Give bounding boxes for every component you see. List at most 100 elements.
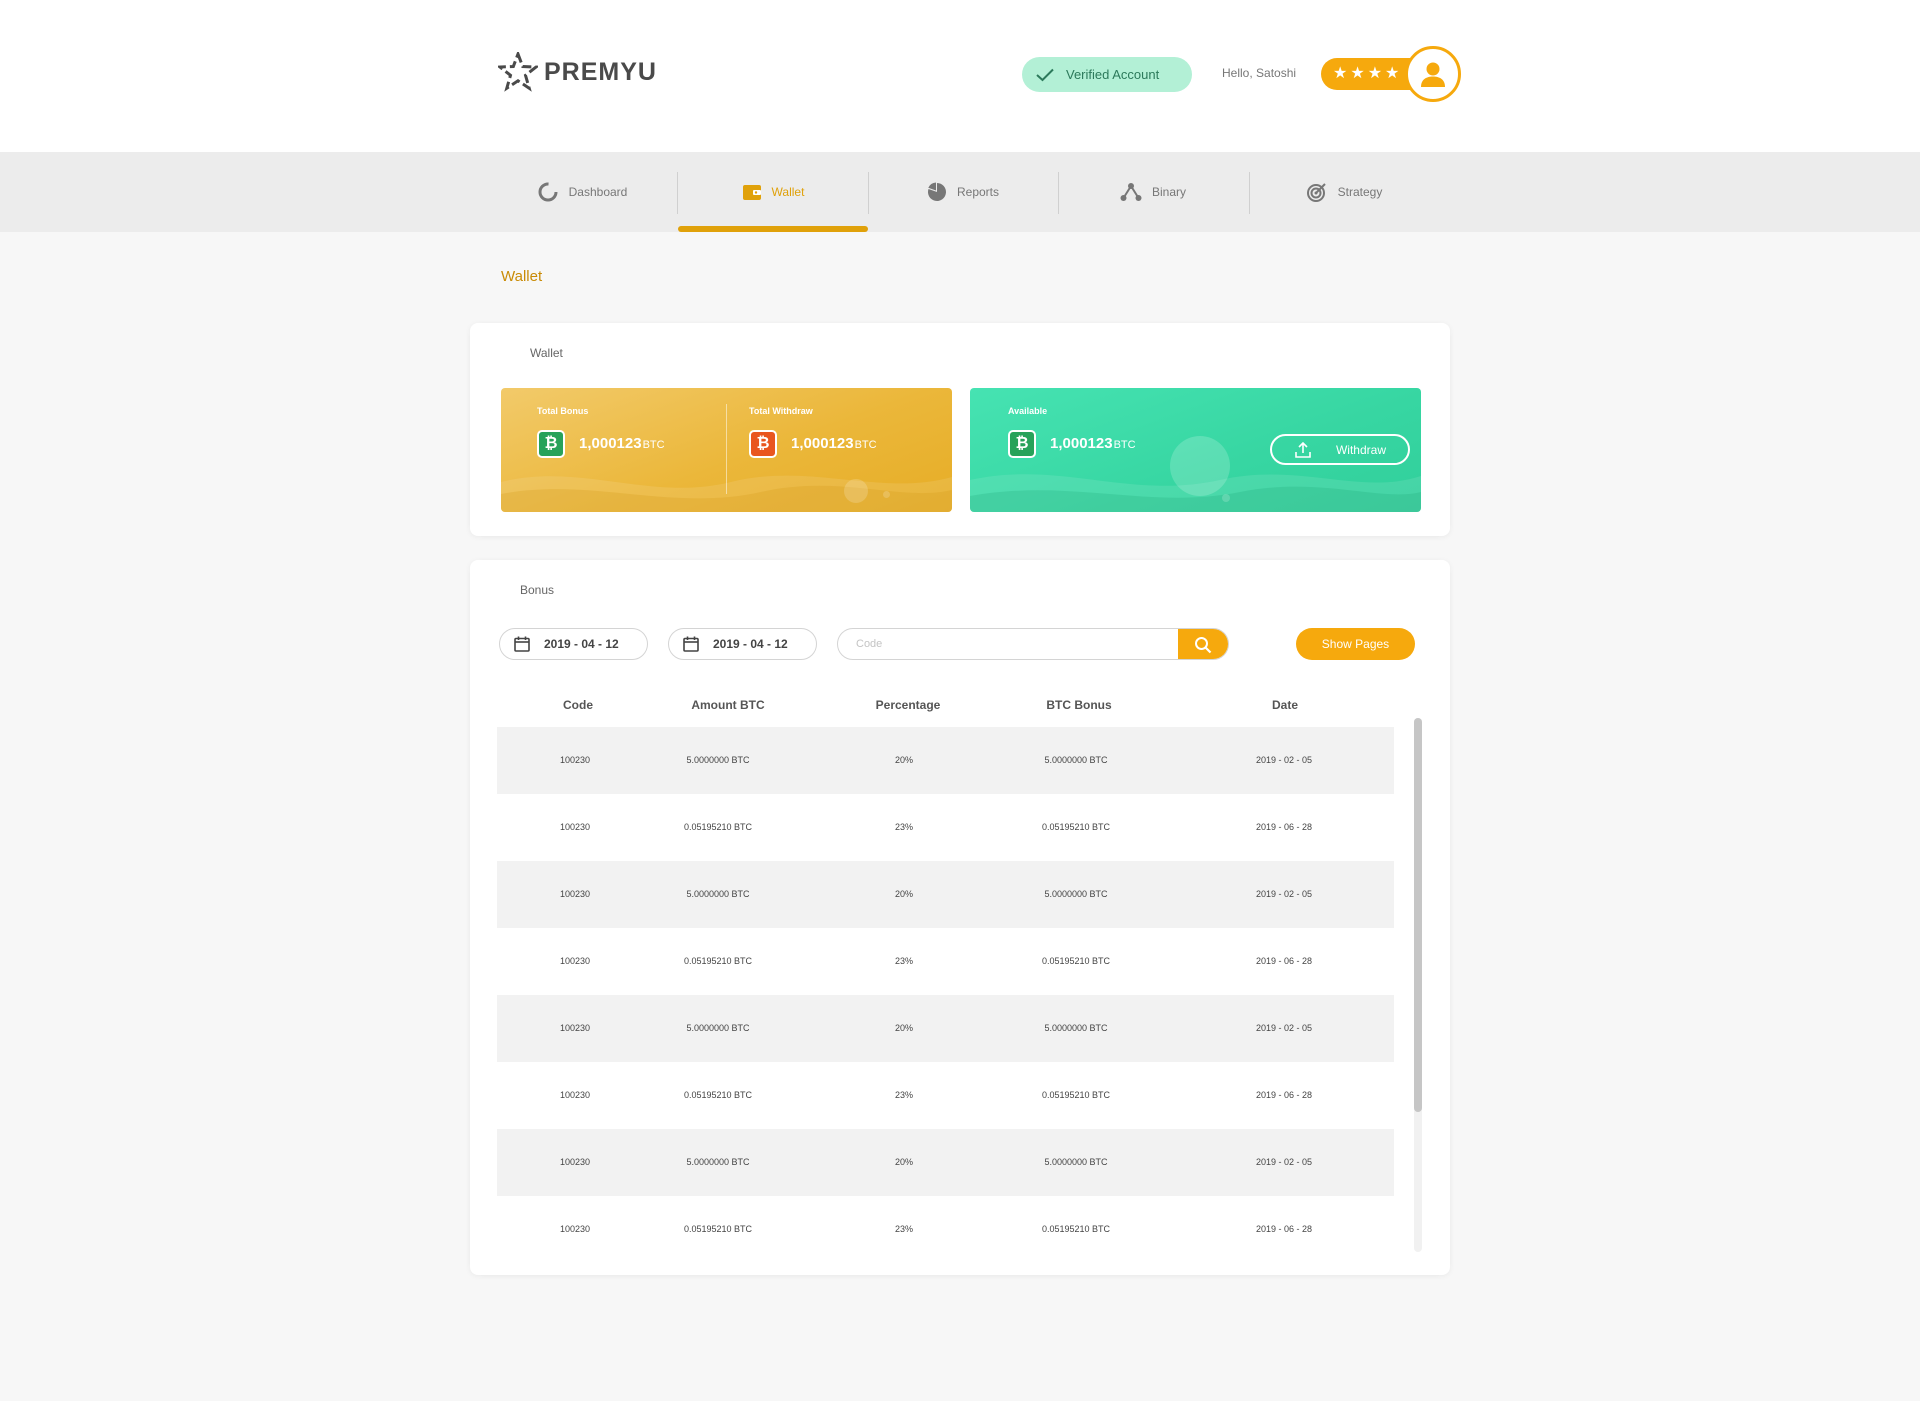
table-row[interactable]: 100230 0.05195210 BTC 23% 0.05195210 BTC… bbox=[497, 794, 1394, 861]
date-to-value: 2019 - 04 - 12 bbox=[713, 637, 788, 651]
total-bonus-value: 1,000123 bbox=[579, 435, 642, 452]
cell-code: 100230 bbox=[559, 1023, 591, 1033]
cell-percentage: 23% bbox=[894, 1224, 914, 1234]
cell-code: 100230 bbox=[559, 755, 591, 765]
table-row[interactable]: 100230 0.05195210 BTC 23% 0.05195210 BTC… bbox=[497, 1062, 1394, 1129]
cell-code: 100230 bbox=[559, 889, 591, 899]
nav-item-wallet[interactable]: Wallet bbox=[678, 152, 868, 232]
upload-icon bbox=[1295, 441, 1311, 458]
bitcoin-icon: ₿ bbox=[537, 430, 565, 458]
star-icon: ★ bbox=[1367, 65, 1383, 82]
pie-chart-icon bbox=[927, 182, 946, 201]
show-pages-button[interactable]: Show Pages bbox=[1296, 628, 1415, 660]
search-button[interactable] bbox=[1178, 629, 1228, 659]
cell-amount: 0.05195210 BTC bbox=[683, 822, 753, 832]
withdraw-label: Withdraw bbox=[1335, 442, 1386, 457]
calendar-icon bbox=[514, 636, 530, 652]
wallet-card-title: Wallet bbox=[530, 346, 563, 360]
table-row[interactable]: 100230 5.0000000 BTC 20% 5.0000000 BTC 2… bbox=[497, 995, 1394, 1062]
total-withdraw-value: 1,000123 bbox=[791, 435, 854, 452]
cell-date: 2019 - 02 - 05 bbox=[1255, 1157, 1313, 1167]
panel-divider bbox=[726, 404, 727, 494]
nav-item-dashboard[interactable]: Dashboard bbox=[487, 152, 677, 232]
calendar-icon bbox=[683, 636, 699, 652]
code-search bbox=[837, 628, 1229, 660]
scrollbar-thumb[interactable] bbox=[1414, 718, 1422, 1112]
table-row[interactable]: 100230 0.05195210 BTC 23% 0.05195210 BTC… bbox=[497, 928, 1394, 995]
cell-code: 100230 bbox=[559, 1090, 591, 1100]
wallet-icon bbox=[742, 185, 761, 200]
user-icon bbox=[1421, 62, 1445, 87]
code-search-input[interactable] bbox=[838, 629, 1178, 659]
verified-label: Verified Account bbox=[1066, 67, 1160, 82]
cell-date: 2019 - 02 - 05 bbox=[1255, 889, 1313, 899]
cell-date: 2019 - 06 - 28 bbox=[1255, 956, 1313, 966]
table-row[interactable]: 100230 5.0000000 BTC 20% 5.0000000 BTC 2… bbox=[497, 1129, 1394, 1196]
star-icon: ★ bbox=[1350, 65, 1365, 82]
available-unit: BTC bbox=[1113, 439, 1136, 451]
table-scrollbar[interactable] bbox=[1414, 718, 1422, 1252]
table-row[interactable]: 100230 0.05195210 BTC 23% 0.05195210 BTC… bbox=[497, 1196, 1394, 1263]
cell-code: 100230 bbox=[559, 956, 591, 966]
verified-account-badge: Verified Account bbox=[1022, 57, 1192, 92]
column-header-percentage: Percentage bbox=[875, 698, 941, 712]
top-header: PREMYU Verified Account Hello, Satoshi ★… bbox=[0, 0, 1920, 152]
cell-date: 2019 - 06 - 28 bbox=[1255, 822, 1313, 832]
cell-btc-bonus: 5.0000000 BTC bbox=[1044, 755, 1108, 765]
cell-percentage: 20% bbox=[894, 889, 914, 899]
cell-code: 100230 bbox=[559, 1224, 591, 1234]
bonus-table-body: 100230 5.0000000 BTC 20% 5.0000000 BTC 2… bbox=[497, 727, 1394, 1263]
available-stat: Available ₿ 1,000123BTC bbox=[1008, 406, 1136, 458]
greeting-text: Hello, Satoshi bbox=[1222, 66, 1297, 80]
cell-code: 100230 bbox=[559, 822, 591, 832]
date-from-picker[interactable]: 2019 - 04 - 12 bbox=[499, 628, 648, 660]
main-nav: Dashboard Wallet Reports Binary Strategy bbox=[0, 152, 1920, 232]
cell-percentage: 20% bbox=[894, 1157, 914, 1167]
table-row[interactable]: 100230 5.0000000 BTC 20% 5.0000000 BTC 2… bbox=[497, 727, 1394, 794]
user-avatar[interactable] bbox=[1405, 46, 1461, 102]
total-bonus-unit: BTC bbox=[642, 439, 665, 451]
cell-btc-bonus: 5.0000000 BTC bbox=[1044, 1023, 1108, 1033]
cell-amount: 5.0000000 BTC bbox=[686, 889, 750, 899]
cell-amount: 5.0000000 BTC bbox=[686, 1157, 750, 1167]
nav-item-reports[interactable]: Reports bbox=[868, 152, 1058, 232]
nav-label: Strategy bbox=[1337, 185, 1383, 199]
cell-percentage: 23% bbox=[894, 956, 914, 966]
cell-amount: 0.05195210 BTC bbox=[683, 1090, 753, 1100]
cell-amount: 0.05195210 BTC bbox=[683, 1224, 753, 1234]
cell-amount: 5.0000000 BTC bbox=[686, 1023, 750, 1033]
date-to-picker[interactable]: 2019 - 04 - 12 bbox=[668, 628, 817, 660]
withdraw-button[interactable]: Withdraw bbox=[1270, 434, 1410, 465]
nav-item-strategy[interactable]: Strategy bbox=[1249, 152, 1439, 232]
bonus-withdraw-panel: Total Bonus ₿ 1,000123BTC Total Withdraw… bbox=[501, 388, 952, 512]
total-bonus-label: Total Bonus bbox=[537, 406, 589, 416]
brand-logo[interactable]: PREMYU bbox=[498, 52, 657, 92]
cell-btc-bonus: 5.0000000 BTC bbox=[1044, 889, 1108, 899]
cell-btc-bonus: 0.05195210 BTC bbox=[1041, 956, 1111, 966]
nav-item-binary[interactable]: Binary bbox=[1058, 152, 1248, 232]
date-from-value: 2019 - 04 - 12 bbox=[544, 637, 619, 651]
table-row[interactable]: 100230 5.0000000 BTC 20% 5.0000000 BTC 2… bbox=[497, 861, 1394, 928]
column-header-amount: Amount BTC bbox=[691, 698, 765, 712]
bitcoin-icon: ₿ bbox=[1008, 430, 1036, 458]
binary-tree-icon bbox=[1120, 183, 1142, 201]
cell-date: 2019 - 02 - 05 bbox=[1255, 1023, 1313, 1033]
total-withdraw-unit: BTC bbox=[854, 439, 877, 451]
available-value: 1,000123 bbox=[1050, 435, 1113, 452]
available-panel: Available ₿ 1,000123BTC Withdraw bbox=[970, 388, 1421, 512]
available-label: Available bbox=[1008, 406, 1048, 416]
bonus-card-title: Bonus bbox=[520, 583, 555, 597]
total-withdraw-label: Total Withdraw bbox=[749, 406, 813, 416]
cell-percentage: 20% bbox=[894, 755, 914, 765]
donut-icon bbox=[538, 182, 558, 202]
cell-btc-bonus: 5.0000000 BTC bbox=[1044, 1157, 1108, 1167]
bubble-decoration bbox=[844, 479, 868, 503]
cell-amount: 5.0000000 BTC bbox=[686, 755, 750, 765]
cell-btc-bonus: 0.05195210 BTC bbox=[1041, 822, 1111, 832]
nav-label: Wallet bbox=[771, 185, 805, 199]
nav-label: Reports bbox=[956, 185, 1000, 199]
check-icon bbox=[1036, 68, 1054, 81]
bitcoin-icon: ₿ bbox=[749, 430, 777, 458]
bubble-decoration bbox=[883, 491, 890, 498]
column-header-code: Code bbox=[563, 698, 593, 712]
